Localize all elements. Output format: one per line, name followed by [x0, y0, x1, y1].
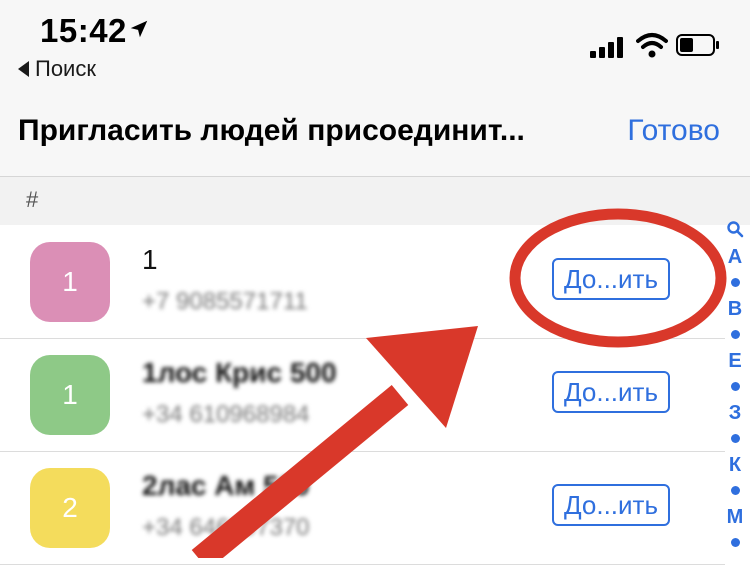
invite-button[interactable]: До...ить [552, 258, 670, 300]
alphabet-index[interactable]: А В Е З К М [724, 220, 746, 558]
index-letter[interactable]: А [724, 246, 746, 269]
back-label: Поиск [35, 56, 96, 81]
invite-button[interactable]: До...ить [552, 371, 670, 413]
back-to-search-button[interactable]: Поиск [18, 56, 96, 82]
index-letter[interactable]: З [724, 402, 746, 425]
contact-name: 2лас Ам 500 [142, 470, 310, 501]
contact-row[interactable]: 1 1 +7 9085571711 До...ить [0, 226, 725, 339]
index-letter[interactable]: М [724, 506, 746, 529]
contact-name: 1лос Крис 500 [142, 357, 337, 388]
battery-icon [676, 34, 719, 56]
contact-phone: +7 9085571711 [142, 288, 308, 315]
contact-phone: +34 610968984 [142, 401, 310, 428]
contact-row[interactable]: 2 2лас Ам 500 +34 646897370 До...ить [0, 452, 725, 565]
avatar: 1 [30, 242, 110, 322]
wifi-icon [636, 33, 668, 58]
status-time: 15:42 [40, 12, 127, 49]
back-arrow-icon [18, 61, 29, 77]
page-title: Пригласить людей присоединит... [18, 114, 525, 147]
index-dot[interactable] [731, 486, 740, 495]
section-header-label: # [26, 187, 39, 212]
navigation-bar: Пригласить людей присоединит... Готово [0, 90, 750, 177]
index-dot[interactable] [731, 278, 740, 287]
avatar: 2 [30, 468, 110, 548]
contact-row[interactable]: 1 1лос Крис 500 +34 610968984 До...ить [0, 339, 725, 452]
status-bar: 15:42 Поиск [0, 0, 750, 90]
location-arrow-icon [130, 20, 148, 38]
index-dot[interactable] [731, 434, 740, 443]
index-dot[interactable] [731, 330, 740, 339]
index-letter[interactable]: Е [724, 350, 746, 373]
avatar: 1 [30, 355, 110, 435]
index-letter[interactable]: В [724, 298, 746, 321]
index-letter[interactable]: К [724, 454, 746, 477]
search-icon[interactable] [726, 220, 744, 238]
index-dot[interactable] [731, 382, 740, 391]
index-dot[interactable] [731, 538, 740, 547]
cellular-signal-icon [590, 37, 623, 58]
section-header: # [0, 177, 750, 225]
done-button[interactable]: Готово [627, 114, 720, 148]
contact-phone: +34 646897370 [142, 514, 310, 541]
invite-button[interactable]: До...ить [552, 484, 670, 526]
contact-name: 1 [142, 244, 158, 275]
